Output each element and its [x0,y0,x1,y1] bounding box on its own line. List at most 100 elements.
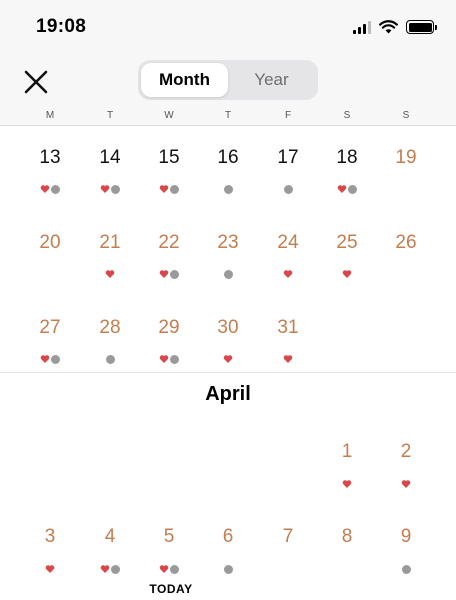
day-markers [208,269,248,279]
heart-icon [342,270,352,278]
day-markers [327,269,367,279]
calendar-day[interactable]: 1 [322,441,372,463]
heart-icon [342,480,352,488]
day-markers [268,269,308,279]
heart-icon [283,270,293,278]
weekday-label: W [164,110,174,121]
heart-icon [45,565,55,573]
heart-icon [100,565,110,573]
wifi-icon [379,20,398,34]
calendar-day[interactable]: 3 [25,526,75,548]
calendar-day[interactable]: 5 [144,526,194,548]
day-markers [208,354,248,364]
navigation-bar: Month Year [0,56,456,106]
calendar-day[interactable]: 15 [144,147,194,169]
heart-icon [40,355,50,363]
day-markers [386,564,426,574]
weekday-label: F [284,110,292,121]
month-year-segmented-control: Month Year [138,60,318,100]
calendar-day[interactable]: 17 [263,147,313,169]
calendar-day[interactable]: 21 [85,232,135,254]
gray-dot-icon [401,564,411,574]
gray-dot-icon [170,269,179,279]
gray-dot-icon [170,564,179,574]
heart-icon [159,355,169,363]
weekday-label: S [343,110,351,121]
calendar-day[interactable]: 6 [203,526,253,548]
weekday-label: M [45,110,55,121]
calendar-day[interactable]: 14 [85,147,135,169]
day-markers [30,184,70,194]
status-bar: 19:08 [0,0,456,56]
day-markers [268,184,308,194]
calendar-day[interactable]: 28 [85,317,135,339]
day-markers [149,184,189,194]
status-icons [353,20,437,34]
weekday-label: S [402,110,410,121]
segment-year[interactable]: Year [228,63,315,97]
month-divider [0,372,456,373]
month-title-april: April [205,383,251,405]
calendar-day[interactable]: 13 [25,147,75,169]
day-markers [90,184,130,194]
calendar-day[interactable]: 30 [203,317,253,339]
calendar-day[interactable]: 23 [203,232,253,254]
gray-dot-icon [111,564,120,574]
calendar-day[interactable]: 7 [263,526,313,548]
day-markers [90,564,130,574]
gray-dot-icon [111,184,120,194]
calendar-day[interactable]: 22 [144,232,194,254]
calendar-day[interactable]: 31 [263,317,313,339]
gray-dot-icon [283,184,293,194]
cellular-signal-icon [353,20,371,34]
day-markers [149,354,189,364]
close-icon[interactable] [20,66,52,98]
heart-icon [159,270,169,278]
gray-dot-icon [348,184,357,194]
segment-month[interactable]: Month [141,63,228,97]
weekday-label: T [224,110,232,121]
day-markers [327,479,367,489]
calendar-day[interactable]: 4 [85,526,135,548]
heart-icon [223,355,233,363]
day-markers [208,564,248,574]
gray-dot-icon [223,564,233,574]
calendar-day[interactable]: 20 [25,232,75,254]
calendar-day[interactable]: 25 [322,232,372,254]
heart-icon [159,185,169,193]
gray-dot-icon [170,354,179,364]
calendar-day[interactable]: 26 [381,232,431,254]
calendar-day[interactable]: 29 [144,317,194,339]
weekday-header: M T W T F S S [0,106,456,126]
day-markers [30,564,70,574]
status-time: 19:08 [36,16,87,37]
heart-icon [283,355,293,363]
heart-icon [40,185,50,193]
gray-dot-icon [51,184,60,194]
calendar-day[interactable]: 24 [263,232,313,254]
day-markers [149,269,189,279]
heart-icon [100,185,110,193]
gray-dot-icon [51,354,60,364]
day-markers [327,184,367,194]
heart-icon [159,565,169,573]
day-markers [208,184,248,194]
calendar-day[interactable]: 27 [25,317,75,339]
battery-icon [406,20,437,34]
gray-dot-icon [105,354,115,364]
calendar-day[interactable]: 19 [381,147,431,169]
heart-icon [337,185,347,193]
calendar-day[interactable]: 8 [322,526,372,548]
day-markers [30,354,70,364]
day-markers [90,269,130,279]
gray-dot-icon [223,184,233,194]
heart-icon [105,270,115,278]
calendar-day[interactable]: 18 [322,147,372,169]
gray-dot-icon [170,184,179,194]
gray-dot-icon [223,269,233,279]
calendar-day[interactable]: 16 [203,147,253,169]
today-label: TODAY [149,582,193,596]
weekday-label: T [106,110,114,121]
calendar-day[interactable]: 2 [381,441,431,463]
calendar-day[interactable]: 9 [381,526,431,548]
